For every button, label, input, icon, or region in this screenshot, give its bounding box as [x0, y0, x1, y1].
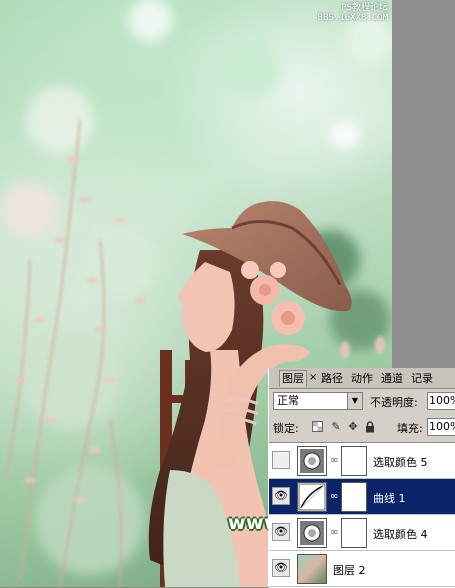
- layer-row[interactable]: 👁 图层 2: [269, 551, 455, 587]
- layer-name: 图层 2: [333, 564, 366, 577]
- layer-mask-thumbnail[interactable]: [341, 518, 367, 548]
- layer-name: 曲线 1: [373, 492, 406, 505]
- eye-icon[interactable]: 👁: [272, 487, 290, 505]
- fill-input[interactable]: 100%: [427, 418, 455, 436]
- layers-panel: 图层 × 路径 动作 通道 记录 正常 ▼ 不透明度: 100% 锁定: ✎ ✥…: [268, 368, 455, 588]
- lock-transparency-icon[interactable]: [311, 421, 323, 433]
- layers-list: ∞ 选取颜色 5 👁 ∞ 曲线 1 👁 ∞ 选取颜色 4 👁 图层 2: [269, 442, 455, 588]
- lock-row: 锁定: ✎ ✥ 填充: 100%: [273, 418, 455, 437]
- selective-color-adjustment-icon: [297, 446, 327, 476]
- layer-mask-thumbnail[interactable]: [341, 446, 367, 476]
- layer-mask-thumbnail[interactable]: [341, 482, 367, 512]
- link-icon[interactable]: ∞: [330, 526, 338, 540]
- forum-watermark-url: BBS.16XX8.COM: [317, 13, 388, 23]
- close-icon[interactable]: ×: [309, 372, 317, 383]
- layer-row[interactable]: ∞ 选取颜色 5: [269, 443, 455, 479]
- eye-icon[interactable]: 👁: [272, 523, 290, 541]
- opacity-label: 不透明度:: [370, 396, 418, 409]
- photo-thumbnail: [297, 554, 327, 584]
- opacity-input[interactable]: 100%: [427, 392, 455, 410]
- forum-watermark: PS教程论坛 BBS.16XX8.COM: [318, 3, 388, 23]
- curves-adjustment-icon: [297, 482, 327, 512]
- lock-icon[interactable]: [364, 421, 376, 433]
- blend-row: 正常 ▼ 不透明度: 100%: [273, 392, 455, 412]
- tab-channels[interactable]: 通道: [379, 371, 405, 387]
- eye-icon[interactable]: 👁: [272, 559, 290, 577]
- link-icon[interactable]: ∞: [330, 454, 338, 468]
- layer-row[interactable]: 👁 ∞ 曲线 1: [269, 479, 455, 515]
- fill-label: 填充:: [397, 422, 423, 435]
- panel-tabs: 图层 × 路径 动作 通道 记录: [269, 368, 455, 389]
- visibility-toggle[interactable]: [272, 451, 290, 469]
- blend-mode-select[interactable]: 正常 ▼: [273, 392, 363, 410]
- layer-name: 选取颜色 5: [373, 456, 428, 469]
- brush-icon[interactable]: ✎: [330, 421, 342, 433]
- blend-mode-value: 正常: [277, 394, 299, 407]
- tab-layers[interactable]: 图层: [279, 370, 307, 387]
- layer-name: 选取颜色 4: [373, 528, 428, 541]
- selective-color-adjustment-icon: [297, 518, 327, 548]
- tab-history[interactable]: 记录: [409, 371, 435, 387]
- canvas-background: [392, 0, 455, 368]
- link-icon[interactable]: ∞: [330, 490, 338, 504]
- tab-paths[interactable]: 路径: [319, 371, 345, 387]
- lock-label: 锁定:: [273, 422, 299, 435]
- chevron-down-icon[interactable]: ▼: [347, 393, 362, 409]
- layer-row[interactable]: 👁 ∞ 选取颜色 4: [269, 515, 455, 551]
- forum-watermark-title: PS教程论坛: [341, 3, 388, 13]
- move-icon[interactable]: ✥: [347, 421, 359, 433]
- tab-actions[interactable]: 动作: [349, 371, 375, 387]
